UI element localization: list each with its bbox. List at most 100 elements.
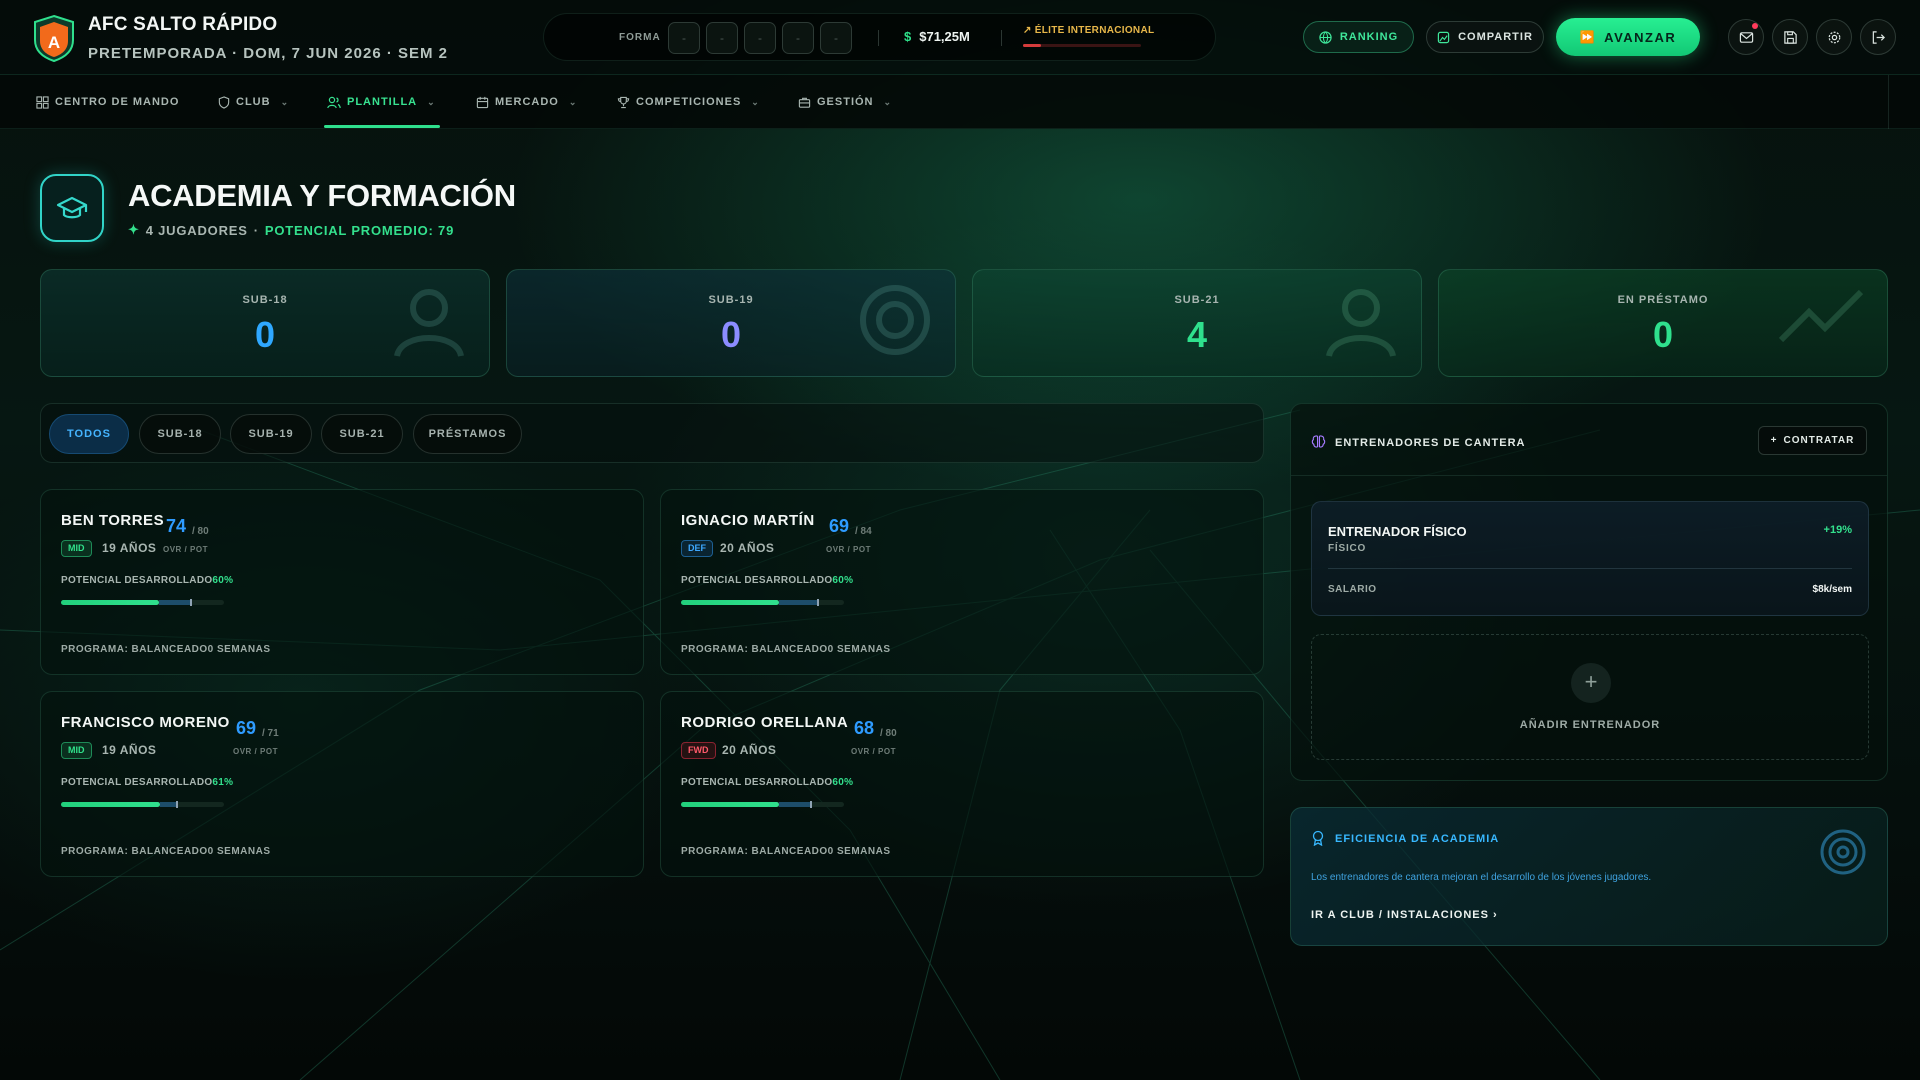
gear-icon (1828, 31, 1840, 43)
award-icon (1312, 830, 1324, 846)
average-potential: POTENCIAL PROMEDIO: 79 (264, 222, 455, 238)
player-pot: / 80 (192, 526, 209, 537)
filter-tab-sub21[interactable]: SUB-21 (321, 414, 403, 454)
potential-marker (190, 599, 193, 606)
player-ovr: 68 (854, 718, 875, 738)
forma-result-1: - (668, 22, 700, 54)
potential-developed: POTENCIAL DESARROLLADO61% (61, 777, 234, 788)
player-age: 19 AÑOS (102, 541, 157, 555)
share-button[interactable]: COMPARTIR (1426, 21, 1544, 53)
salary-value: $8k/sem (1812, 584, 1852, 595)
coach-type: FÍSICO (1328, 543, 1367, 554)
hire-button[interactable]: + CONTRATAR (1758, 426, 1867, 455)
forma-label: FORMA (619, 32, 661, 43)
development-bar (61, 801, 224, 808)
academy-efficiency-panel: EFICIENCIA DE ACADEMIA Los entrenadores … (1290, 807, 1888, 946)
filter-tab-sub18[interactable]: SUB-18 (139, 414, 221, 454)
player-card-ben-torres[interactable]: BEN TORRES 74 / 80 MID 19 AÑOS OVR / POT… (40, 489, 644, 675)
forma-result-5: - (820, 22, 852, 54)
training-program: PROGRAMA: BALANCEADO0 SEMANAS (61, 846, 271, 857)
nav-item-club[interactable]: CLUB ⌄ (218, 75, 289, 129)
ranking-button[interactable]: RANKING (1303, 21, 1414, 53)
dashboard-icon (36, 95, 49, 109)
page-title: ACADEMIA Y FORMACIÓN (128, 178, 516, 213)
reputation-progress (1023, 44, 1141, 47)
advance-button[interactable]: ⏩ AVANZAR (1556, 18, 1700, 56)
club-budget: $ $71,25M (904, 29, 970, 44)
ovr-pot-label: OVR / POT (851, 747, 896, 756)
filter-tab-prestamos[interactable]: PRÉSTAMOS (413, 414, 522, 454)
player-card-ignacio-martin[interactable]: IGNACIO MARTÍN 69 / 84 DEF 20 AÑOS OVR /… (660, 489, 1264, 675)
player-pot: / 80 (880, 728, 897, 739)
stat-value: 0 (720, 314, 742, 355)
nav-label: CLUB (236, 96, 271, 108)
player-name: IGNACIO MARTÍN (681, 512, 815, 529)
main-nav: CENTRO DE MANDO CLUB ⌄ PLANTILLA ⌄ MERCA… (0, 75, 1920, 129)
filter-tab-todos[interactable]: TODOS (49, 414, 129, 454)
calendar-icon (476, 96, 489, 108)
graduation-cap-icon (56, 196, 88, 219)
nav-label: PLANTILLA (347, 96, 418, 108)
potential-developed: POTENCIAL DESARROLLADO60% (681, 575, 854, 586)
share-image-icon (1437, 31, 1450, 43)
panel-title: EFICIENCIA DE ACADEMIA (1335, 833, 1500, 845)
training-program: PROGRAMA: BALANCEADO0 SEMANAS (61, 644, 271, 655)
svg-text:A: A (48, 33, 60, 52)
development-bar (61, 599, 224, 606)
logout-icon (1872, 30, 1885, 44)
potential-developed-pct: 60% (832, 575, 854, 586)
logout-button[interactable] (1860, 19, 1896, 55)
ovr-pot-label: OVR / POT (233, 747, 278, 756)
youth-coaches-panel: ENTRENADORES DE CANTERA + CONTRATAR ENTR… (1290, 403, 1888, 781)
stat-value: 4 (1186, 314, 1208, 355)
player-name: FRANCISCO MORENO (61, 714, 230, 731)
save-button[interactable] (1772, 19, 1808, 55)
potential-developed-pct: 60% (832, 777, 854, 788)
potential-bar-fill (158, 600, 192, 605)
settings-button[interactable] (1816, 19, 1852, 55)
nav-label: COMPETICIONES (636, 96, 742, 108)
position-badge: MID (61, 540, 92, 557)
player-ovr: 69 (236, 718, 257, 738)
filter-tab-sub19[interactable]: SUB-19 (230, 414, 312, 454)
development-bar-fill (61, 600, 159, 605)
add-coach-label: AÑADIR ENTRENADOR (1519, 719, 1661, 731)
ovr-pot-label: OVR / POT (826, 545, 871, 554)
development-bar-fill (681, 600, 779, 605)
add-coach-slot[interactable]: + AÑADIR ENTRENADOR (1311, 634, 1869, 760)
users-icon (327, 96, 341, 108)
share-label: COMPARTIR (1458, 31, 1533, 43)
nav-item-plantilla[interactable]: PLANTILLA ⌄ (327, 75, 436, 129)
nav-item-mercado[interactable]: MERCADO ⌄ (476, 75, 577, 129)
salary-label: SALARIO (1328, 584, 1377, 595)
player-age: 19 AÑOS (102, 743, 157, 757)
forma-result-2: - (706, 22, 738, 54)
forma-result-4: - (782, 22, 814, 54)
chevron-down-icon: ⌄ (883, 96, 893, 107)
divider (878, 30, 879, 46)
budget-value: $71,25M (919, 29, 970, 44)
player-card-francisco-moreno[interactable]: FRANCISCO MORENO 69 / 71 MID 19 AÑOS OVR… (40, 691, 644, 877)
chevron-right-icon: › (1493, 909, 1498, 921)
coach-card[interactable]: ENTRENADOR FÍSICO FÍSICO +19% SALARIO $8… (1311, 501, 1869, 616)
nav-item-competiciones[interactable]: COMPETICIONES ⌄ (617, 75, 760, 129)
mail-button[interactable] (1728, 19, 1764, 55)
stat-label: SUB-21 (1174, 294, 1220, 306)
development-bar (681, 599, 844, 606)
academy-icon-box (40, 174, 104, 242)
chevron-down-icon: ⌄ (751, 96, 760, 107)
chevron-down-icon: ⌄ (568, 96, 578, 107)
player-name: BEN TORRES (61, 512, 165, 529)
nav-item-gestion[interactable]: GESTIÓN ⌄ (798, 75, 892, 129)
go-to-facilities-link[interactable]: IR A CLUB / INSTALACIONES › (1311, 909, 1498, 921)
potential-developed: POTENCIAL DESARROLLADO60% (681, 777, 854, 788)
plus-icon: + (1770, 435, 1778, 446)
efficiency-description: Los entrenadores de cantera mejoran el d… (1311, 872, 1652, 883)
player-card-rodrigo-orellana[interactable]: RODRIGO ORELLANA 68 / 80 FWD 20 AÑOS OVR… (660, 691, 1264, 877)
shield-icon (218, 95, 230, 109)
player-pot: / 84 (855, 526, 872, 537)
stat-label: SUB-18 (242, 294, 288, 306)
nav-item-centro-de-mando[interactable]: CENTRO DE MANDO (36, 75, 179, 129)
briefcase-icon (798, 97, 811, 108)
mail-icon (1739, 31, 1753, 43)
